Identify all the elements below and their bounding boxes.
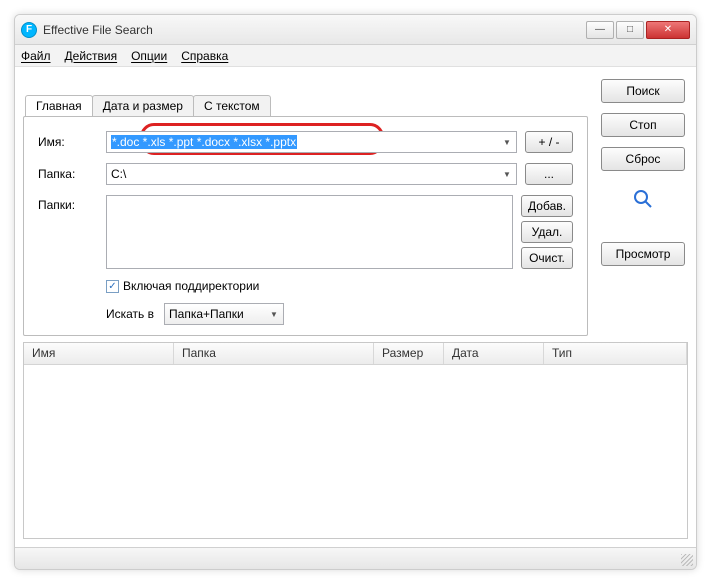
- name-input-value: *.doc *.xls *.ppt *.docx *.xlsx *.pptx: [111, 135, 297, 149]
- menu-file[interactable]: Файл: [21, 49, 51, 63]
- col-folder[interactable]: Папка: [174, 343, 374, 364]
- statusbar: [15, 547, 696, 569]
- window-title: Effective File Search: [43, 23, 586, 37]
- col-date[interactable]: Дата: [444, 343, 544, 364]
- name-input[interactable]: *.doc *.xls *.ppt *.docx *.xlsx *.pptx ▼: [106, 131, 517, 153]
- menu-options[interactable]: Опции: [131, 49, 167, 63]
- search-in-dropdown[interactable]: Папка+Папки ▼: [164, 303, 284, 325]
- folder-input[interactable]: C:\ ▼: [106, 163, 517, 185]
- folder-label: Папка:: [38, 167, 106, 181]
- tab-main[interactable]: Главная: [25, 95, 93, 116]
- folders-label: Папки:: [38, 195, 106, 212]
- tab-with-text[interactable]: С текстом: [193, 95, 271, 116]
- results-header: Имя Папка Размер Дата Тип: [24, 343, 687, 365]
- search-button[interactable]: Поиск: [601, 79, 685, 103]
- tab-date-size[interactable]: Дата и размер: [92, 95, 194, 116]
- delete-button[interactable]: Удал.: [521, 221, 573, 243]
- chevron-down-icon[interactable]: ▼: [500, 134, 514, 150]
- name-label: Имя:: [38, 135, 106, 149]
- results-body: [24, 365, 687, 538]
- results-list[interactable]: Имя Папка Размер Дата Тип: [23, 342, 688, 539]
- chevron-down-icon[interactable]: ▼: [500, 166, 514, 182]
- search-in-label: Искать в: [106, 307, 154, 321]
- app-icon: F: [21, 22, 37, 38]
- content-area: Главная Дата и размер С текстом Имя: *.d…: [15, 67, 696, 547]
- col-type[interactable]: Тип: [544, 343, 687, 364]
- maximize-button[interactable]: □: [616, 21, 644, 39]
- chevron-down-icon[interactable]: ▼: [267, 306, 281, 322]
- add-button[interactable]: Добав.: [521, 195, 573, 217]
- stop-button[interactable]: Стоп: [601, 113, 685, 137]
- reset-button[interactable]: Сброс: [601, 147, 685, 171]
- tab-panel-main: Имя: *.doc *.xls *.ppt *.docx *.xlsx *.p…: [23, 116, 588, 336]
- view-button[interactable]: Просмотр: [601, 242, 685, 266]
- browse-button[interactable]: ...: [525, 163, 573, 185]
- menubar: Файл Действия Опции Справка: [15, 45, 696, 67]
- titlebar: F Effective File Search — □ ✕: [15, 15, 696, 45]
- search-in-value: Папка+Папки: [169, 307, 244, 321]
- col-size[interactable]: Размер: [374, 343, 444, 364]
- menu-help[interactable]: Справка: [181, 49, 228, 63]
- include-subdirs-label: Включая поддиректории: [123, 279, 259, 293]
- minimize-button[interactable]: —: [586, 21, 614, 39]
- folder-input-value: C:\: [111, 167, 126, 181]
- include-subdirs-checkbox[interactable]: ✓: [106, 280, 119, 293]
- magnifier-icon: [631, 187, 655, 214]
- clear-button[interactable]: Очист.: [521, 247, 573, 269]
- col-name[interactable]: Имя: [24, 343, 174, 364]
- plus-minus-button[interactable]: + / -: [525, 131, 573, 153]
- menu-actions[interactable]: Действия: [65, 49, 118, 63]
- app-window: F Effective File Search — □ ✕ Файл Дейст…: [14, 14, 697, 570]
- close-button[interactable]: ✕: [646, 21, 690, 39]
- side-buttons: Поиск Стоп Сброс Просмотр: [598, 75, 688, 336]
- folders-listbox[interactable]: [106, 195, 513, 269]
